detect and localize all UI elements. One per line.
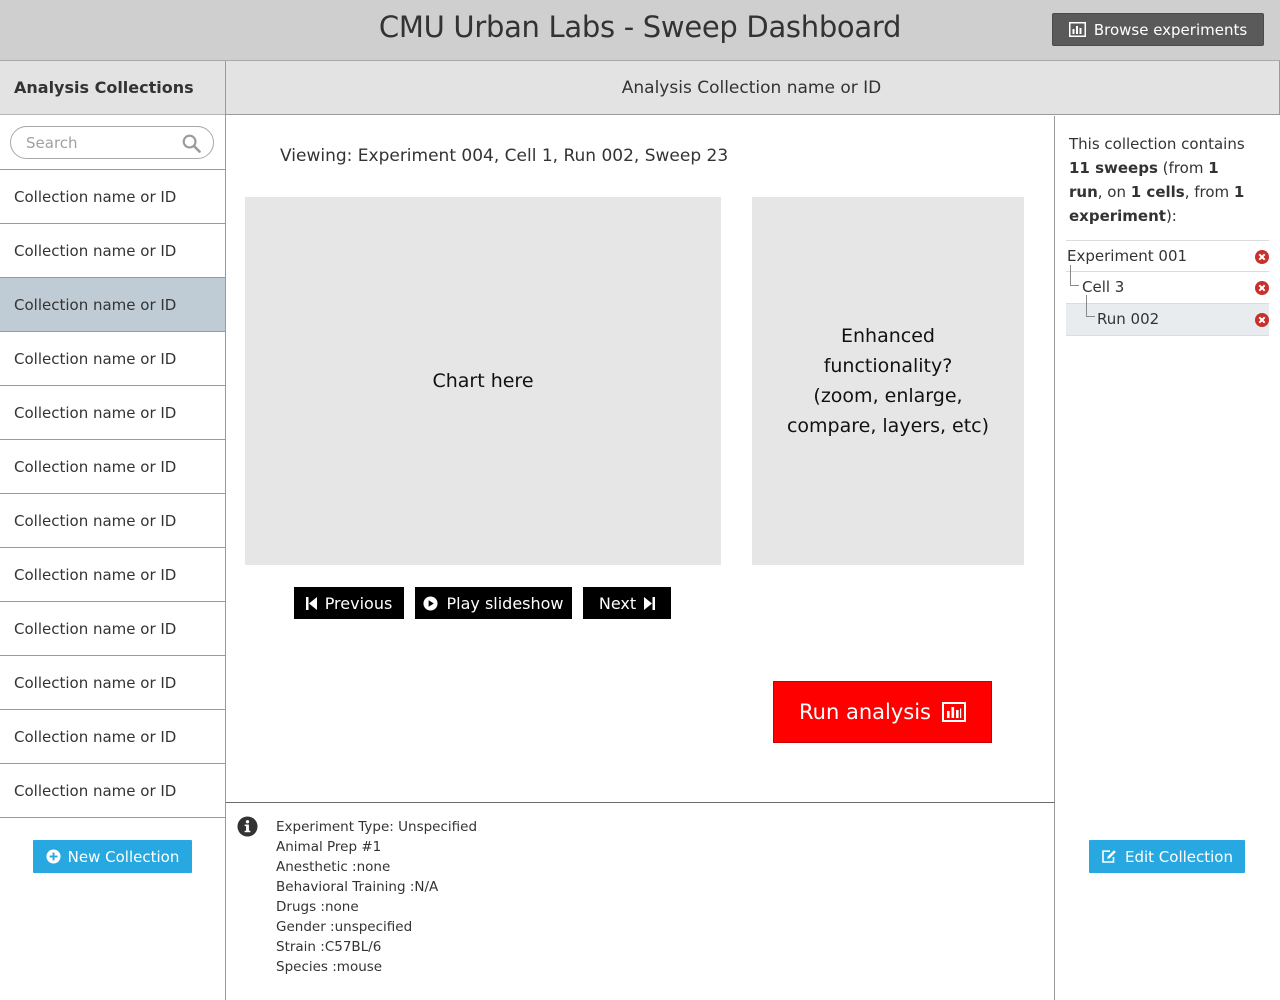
experiment-metadata: Experiment Type: Unspecified Animal Prep … <box>276 817 477 977</box>
tree-connector <box>1070 265 1079 286</box>
skip-forward-icon <box>644 596 656 610</box>
search-area <box>0 115 225 170</box>
summary-prefix: This collection contains <box>1069 135 1245 153</box>
sweep-count: 11 sweeps <box>1069 159 1158 177</box>
collection-list-item[interactable]: Collection name or ID <box>0 494 225 548</box>
experiment-info-panel: Experiment Type: Unspecified Animal Prep … <box>226 803 1055 1000</box>
tree-item-label: Experiment 001 <box>1067 247 1188 265</box>
collection-list-item[interactable]: Collection name or ID <box>0 548 225 602</box>
info-icon <box>237 816 258 837</box>
collection-tree: Experiment 001 Cell 3 Run 002 <box>1066 240 1269 336</box>
remove-icon[interactable] <box>1255 281 1269 295</box>
collection-summary: This collection contains 11 sweeps (from… <box>1069 132 1249 228</box>
collection-title: Analysis Collection name or ID <box>621 77 882 98</box>
viewing-label: Viewing: Experiment 004, Cell 1, Run 002… <box>280 146 729 166</box>
enhanced-line: compare, layers, etc) <box>786 415 990 437</box>
enhanced-functionality-panel: Enhanced functionality? (zoom, enlarge, … <box>752 197 1024 565</box>
metadata-line: Species :mouse <box>276 959 383 975</box>
search-box[interactable] <box>10 126 214 159</box>
edit-icon <box>1102 850 1116 863</box>
remove-icon[interactable] <box>1255 250 1269 264</box>
browse-experiments-button[interactable]: Browse experiments <box>1052 13 1264 46</box>
summary-text: (from <box>1157 159 1209 177</box>
metadata-line: Animal Prep #1 <box>276 839 382 855</box>
edit-collection-label: Edit Collection <box>1124 847 1233 866</box>
summary-text: , on <box>1097 183 1131 201</box>
tree-item-label: Run 002 <box>1097 310 1160 328</box>
play-circle-icon <box>423 595 439 611</box>
plus-circle-icon <box>46 849 61 864</box>
tree-item-cell[interactable]: Cell 3 <box>1066 265 1269 304</box>
enhanced-line: (zoom, enlarge, <box>813 385 963 407</box>
play-slideshow-label: Play slideshow <box>446 593 564 613</box>
previous-label: Previous <box>324 593 393 613</box>
collection-details-sidebar: This collection contains 11 sweeps (from… <box>1055 116 1280 1000</box>
sweep-viewer: Viewing: Experiment 004, Cell 1, Run 002… <box>226 116 1055 803</box>
collection-list: Collection name or ID Collection name or … <box>0 170 225 818</box>
collection-list-item[interactable]: Collection name or ID <box>0 278 225 332</box>
enhanced-line: functionality? <box>823 355 953 377</box>
skip-back-icon <box>305 596 317 610</box>
tree-item-experiment[interactable]: Experiment 001 <box>1066 240 1269 272</box>
metadata-line: Gender :unspecified <box>276 919 413 935</box>
new-collection-label: New Collection <box>67 847 180 866</box>
previous-button[interactable]: Previous <box>294 587 404 619</box>
metadata-line: Drugs :none <box>276 899 359 915</box>
metadata-line: Experiment Type: Unspecified <box>276 819 478 835</box>
collection-list-item[interactable]: Collection name or ID <box>0 764 225 818</box>
bar-chart-icon <box>941 702 966 722</box>
tree-item-run[interactable]: Run 002 <box>1066 295 1269 336</box>
collection-list-item[interactable]: Collection name or ID <box>0 602 225 656</box>
cell-count: 1 cells <box>1130 183 1185 201</box>
metadata-line: Anesthetic :none <box>276 859 391 875</box>
summary-text: ): <box>1165 207 1177 225</box>
collection-list-item[interactable]: Collection name or ID <box>0 386 225 440</box>
search-icon[interactable] <box>182 134 201 153</box>
metadata-line: Behavioral Training :N/A <box>276 879 439 895</box>
collection-list-item[interactable]: Collection name or ID <box>0 170 225 224</box>
collection-list-item[interactable]: Collection name or ID <box>0 332 225 386</box>
browse-experiments-label: Browse experiments <box>1093 20 1248 39</box>
top-header: CMU Urban Labs - Sweep Dashboard Browse … <box>0 0 1280 61</box>
next-button[interactable]: Next <box>583 587 671 619</box>
chart-placeholder-label: Chart here <box>432 370 534 392</box>
run-analysis-button[interactable]: Run analysis <box>773 681 992 743</box>
collection-header: Analysis Collection name or ID <box>226 61 1280 115</box>
tree-connector <box>1086 295 1095 317</box>
new-collection-button[interactable]: New Collection <box>33 840 192 873</box>
run-analysis-label: Run analysis <box>799 700 931 724</box>
summary-text: , from <box>1184 183 1234 201</box>
enhanced-line: Enhanced <box>841 325 935 347</box>
collection-list-item[interactable]: Collection name or ID <box>0 224 225 278</box>
bar-chart-icon <box>1068 22 1086 37</box>
sidebar-title: Analysis Collections <box>0 61 225 115</box>
play-slideshow-button[interactable]: Play slideshow <box>415 587 572 619</box>
chart-placeholder[interactable]: Chart here <box>245 197 721 565</box>
collection-list-item[interactable]: Collection name or ID <box>0 656 225 710</box>
collection-list-item[interactable]: Collection name or ID <box>0 440 225 494</box>
metadata-line: Strain :C57BL/6 <box>276 939 382 955</box>
remove-icon[interactable] <box>1255 313 1269 327</box>
tree-item-label: Cell 3 <box>1082 278 1125 296</box>
search-input[interactable] <box>26 133 176 153</box>
next-label: Next <box>598 593 637 613</box>
collection-list-item[interactable]: Collection name or ID <box>0 710 225 764</box>
edit-collection-button[interactable]: Edit Collection <box>1089 840 1245 873</box>
collections-sidebar: Analysis Collections Collection name or … <box>0 61 226 1000</box>
